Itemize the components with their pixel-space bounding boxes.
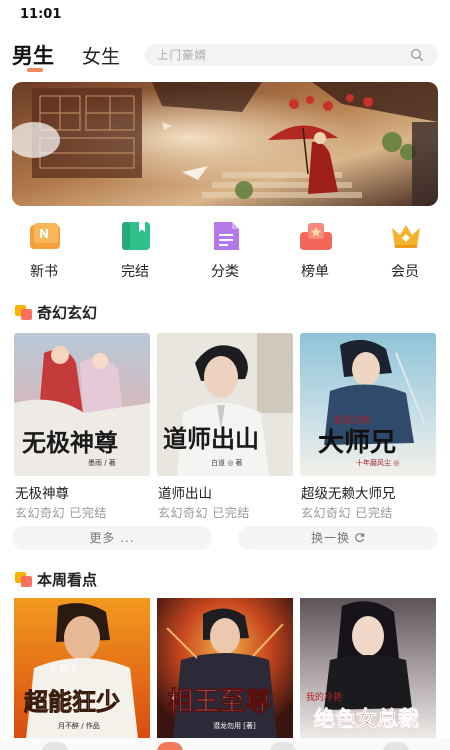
- book-cover: 无极神尊 墨雨 / 著: [14, 333, 150, 476]
- book-cover: 超级无赖 大师兄 十年磨风尘 ◎: [300, 333, 436, 476]
- quick-nav: N 新书 完结 分类 榜单 会员: [0, 218, 450, 282]
- status-indicator: [426, 11, 432, 17]
- book-cover: 我的冷艳 绝色女总裁: [300, 598, 436, 738]
- book-genre: 玄幻奇幻: [301, 506, 352, 520]
- bottom-tab-bookstore[interactable]: [157, 742, 183, 750]
- quick-nav-ranking[interactable]: 榜单: [285, 218, 345, 282]
- quick-nav-finished[interactable]: 完结: [105, 218, 165, 282]
- quick-nav-new-books[interactable]: N 新书: [14, 218, 74, 282]
- cover-title: 无极神尊: [22, 428, 118, 457]
- book-card[interactable]: 道师出山 白道 ◎ 著 道师出山 玄幻奇幻 已完结: [157, 333, 293, 523]
- more-button[interactable]: 更多 ...: [12, 526, 212, 550]
- book-card[interactable]: 相王至尊 潜龙勿用 [著]: [157, 598, 293, 738]
- category-document-icon: [214, 222, 239, 250]
- section-header-weekly: 本周看点: [14, 569, 314, 591]
- status-bar: 11:01: [0, 0, 450, 30]
- tab-male[interactable]: 男生: [12, 40, 54, 70]
- quick-nav-label: 榜单: [301, 264, 329, 280]
- cover-author: 十年磨风尘 ◎: [356, 458, 399, 467]
- vip-crown-icon: [392, 225, 420, 248]
- book-cover: 在都市 超能狂少 月不醉 / 作品: [14, 598, 150, 738]
- finished-book-icon: [122, 222, 150, 250]
- svg-text:N: N: [39, 227, 49, 241]
- quick-nav-vip[interactable]: 会员: [375, 218, 435, 282]
- active-tab-indicator: [27, 68, 43, 72]
- section-icon: [15, 572, 32, 587]
- book-meta: 玄幻奇幻 已完结: [15, 504, 107, 521]
- search-input[interactable]: 上门豪婿: [145, 44, 438, 66]
- book-card[interactable]: 无极神尊 墨雨 / 著 无极神尊 玄幻奇幻 已完结: [14, 333, 150, 523]
- book-genre: 玄幻奇幻: [158, 506, 209, 520]
- book-cover: 道师出山 白道 ◎ 著: [157, 333, 293, 476]
- section-header-fantasy: 奇幻玄幻: [14, 302, 314, 324]
- book-card[interactable]: 在都市 超能狂少 月不醉 / 作品: [14, 598, 150, 738]
- bottom-tab-category[interactable]: [270, 742, 296, 750]
- section-title: 本周看点: [37, 571, 98, 589]
- section-icon: [15, 305, 32, 320]
- banner-artwork: [12, 82, 438, 206]
- quick-nav-category[interactable]: 分类: [195, 218, 255, 282]
- quick-nav-label: 分类: [211, 264, 239, 280]
- search-placeholder: 上门豪婿: [157, 48, 207, 62]
- cover-author: 墨雨 / 著: [88, 458, 116, 467]
- book-card[interactable]: 超级无赖 大师兄 十年磨风尘 ◎ 超级无赖大师兄 玄幻奇幻 已完结: [300, 333, 436, 523]
- book-status: 已完结: [212, 506, 250, 520]
- swap-button[interactable]: 换一换: [238, 526, 438, 550]
- book-cover: 相王至尊 潜龙勿用 [著]: [157, 598, 293, 738]
- search-icon[interactable]: [410, 48, 424, 62]
- book-status: 已完结: [69, 506, 107, 520]
- book-title: 超级无赖大师兄: [301, 486, 396, 502]
- cover-subtitle: 超级无赖: [334, 414, 370, 426]
- bottom-tab-profile[interactable]: [383, 742, 409, 750]
- book-meta: 玄幻奇幻 已完结: [158, 504, 250, 521]
- cover-title: 相王至尊: [167, 686, 271, 717]
- book-card[interactable]: 我的冷艳 绝色女总裁: [300, 598, 436, 738]
- status-time: 11:01: [20, 7, 62, 22]
- book-title: 无极神尊: [15, 486, 69, 502]
- cover-title: 道师出山: [163, 424, 259, 453]
- book-status: 已完结: [355, 506, 393, 520]
- cover-subtitle: 在都市: [50, 663, 77, 675]
- cover-title: 超能狂少: [24, 687, 120, 716]
- cover-title: 绝色女总裁: [314, 706, 419, 731]
- section-title: 奇幻玄幻: [37, 304, 98, 322]
- quick-nav-label: 新书: [30, 264, 58, 280]
- tab-female[interactable]: 女生: [82, 42, 120, 69]
- swap-label: 换一换: [310, 531, 350, 545]
- refresh-icon: [355, 533, 365, 543]
- cover-author: 白道 ◎ 著: [211, 458, 243, 467]
- top-nav: 男生 女生 上门豪婿: [0, 38, 450, 78]
- cover-author: 月不醉 / 作品: [58, 721, 100, 730]
- bottom-tab-bar: [0, 738, 450, 750]
- quick-nav-label: 会员: [391, 264, 419, 280]
- bottom-tab-bookshelf[interactable]: [42, 742, 68, 750]
- weekly-books-row: 在都市 超能狂少 月不醉 / 作品 相王至尊 潜龙勿用 [著] 我的冷艳 绝色女…: [0, 598, 450, 738]
- quick-nav-label: 完结: [121, 264, 149, 280]
- book-title: 道师出山: [158, 486, 212, 502]
- cover-title: 大师兄: [318, 428, 396, 458]
- new-book-icon: N: [30, 223, 60, 249]
- book-genre: 玄幻奇幻: [15, 506, 66, 520]
- book-meta: 玄幻奇幻 已完结: [301, 504, 393, 521]
- cover-subtitle: 我的冷艳: [306, 691, 342, 703]
- cover-author: 潜龙勿用 [著]: [213, 721, 256, 730]
- ranking-icon: [300, 223, 332, 250]
- promo-banner[interactable]: [12, 82, 438, 206]
